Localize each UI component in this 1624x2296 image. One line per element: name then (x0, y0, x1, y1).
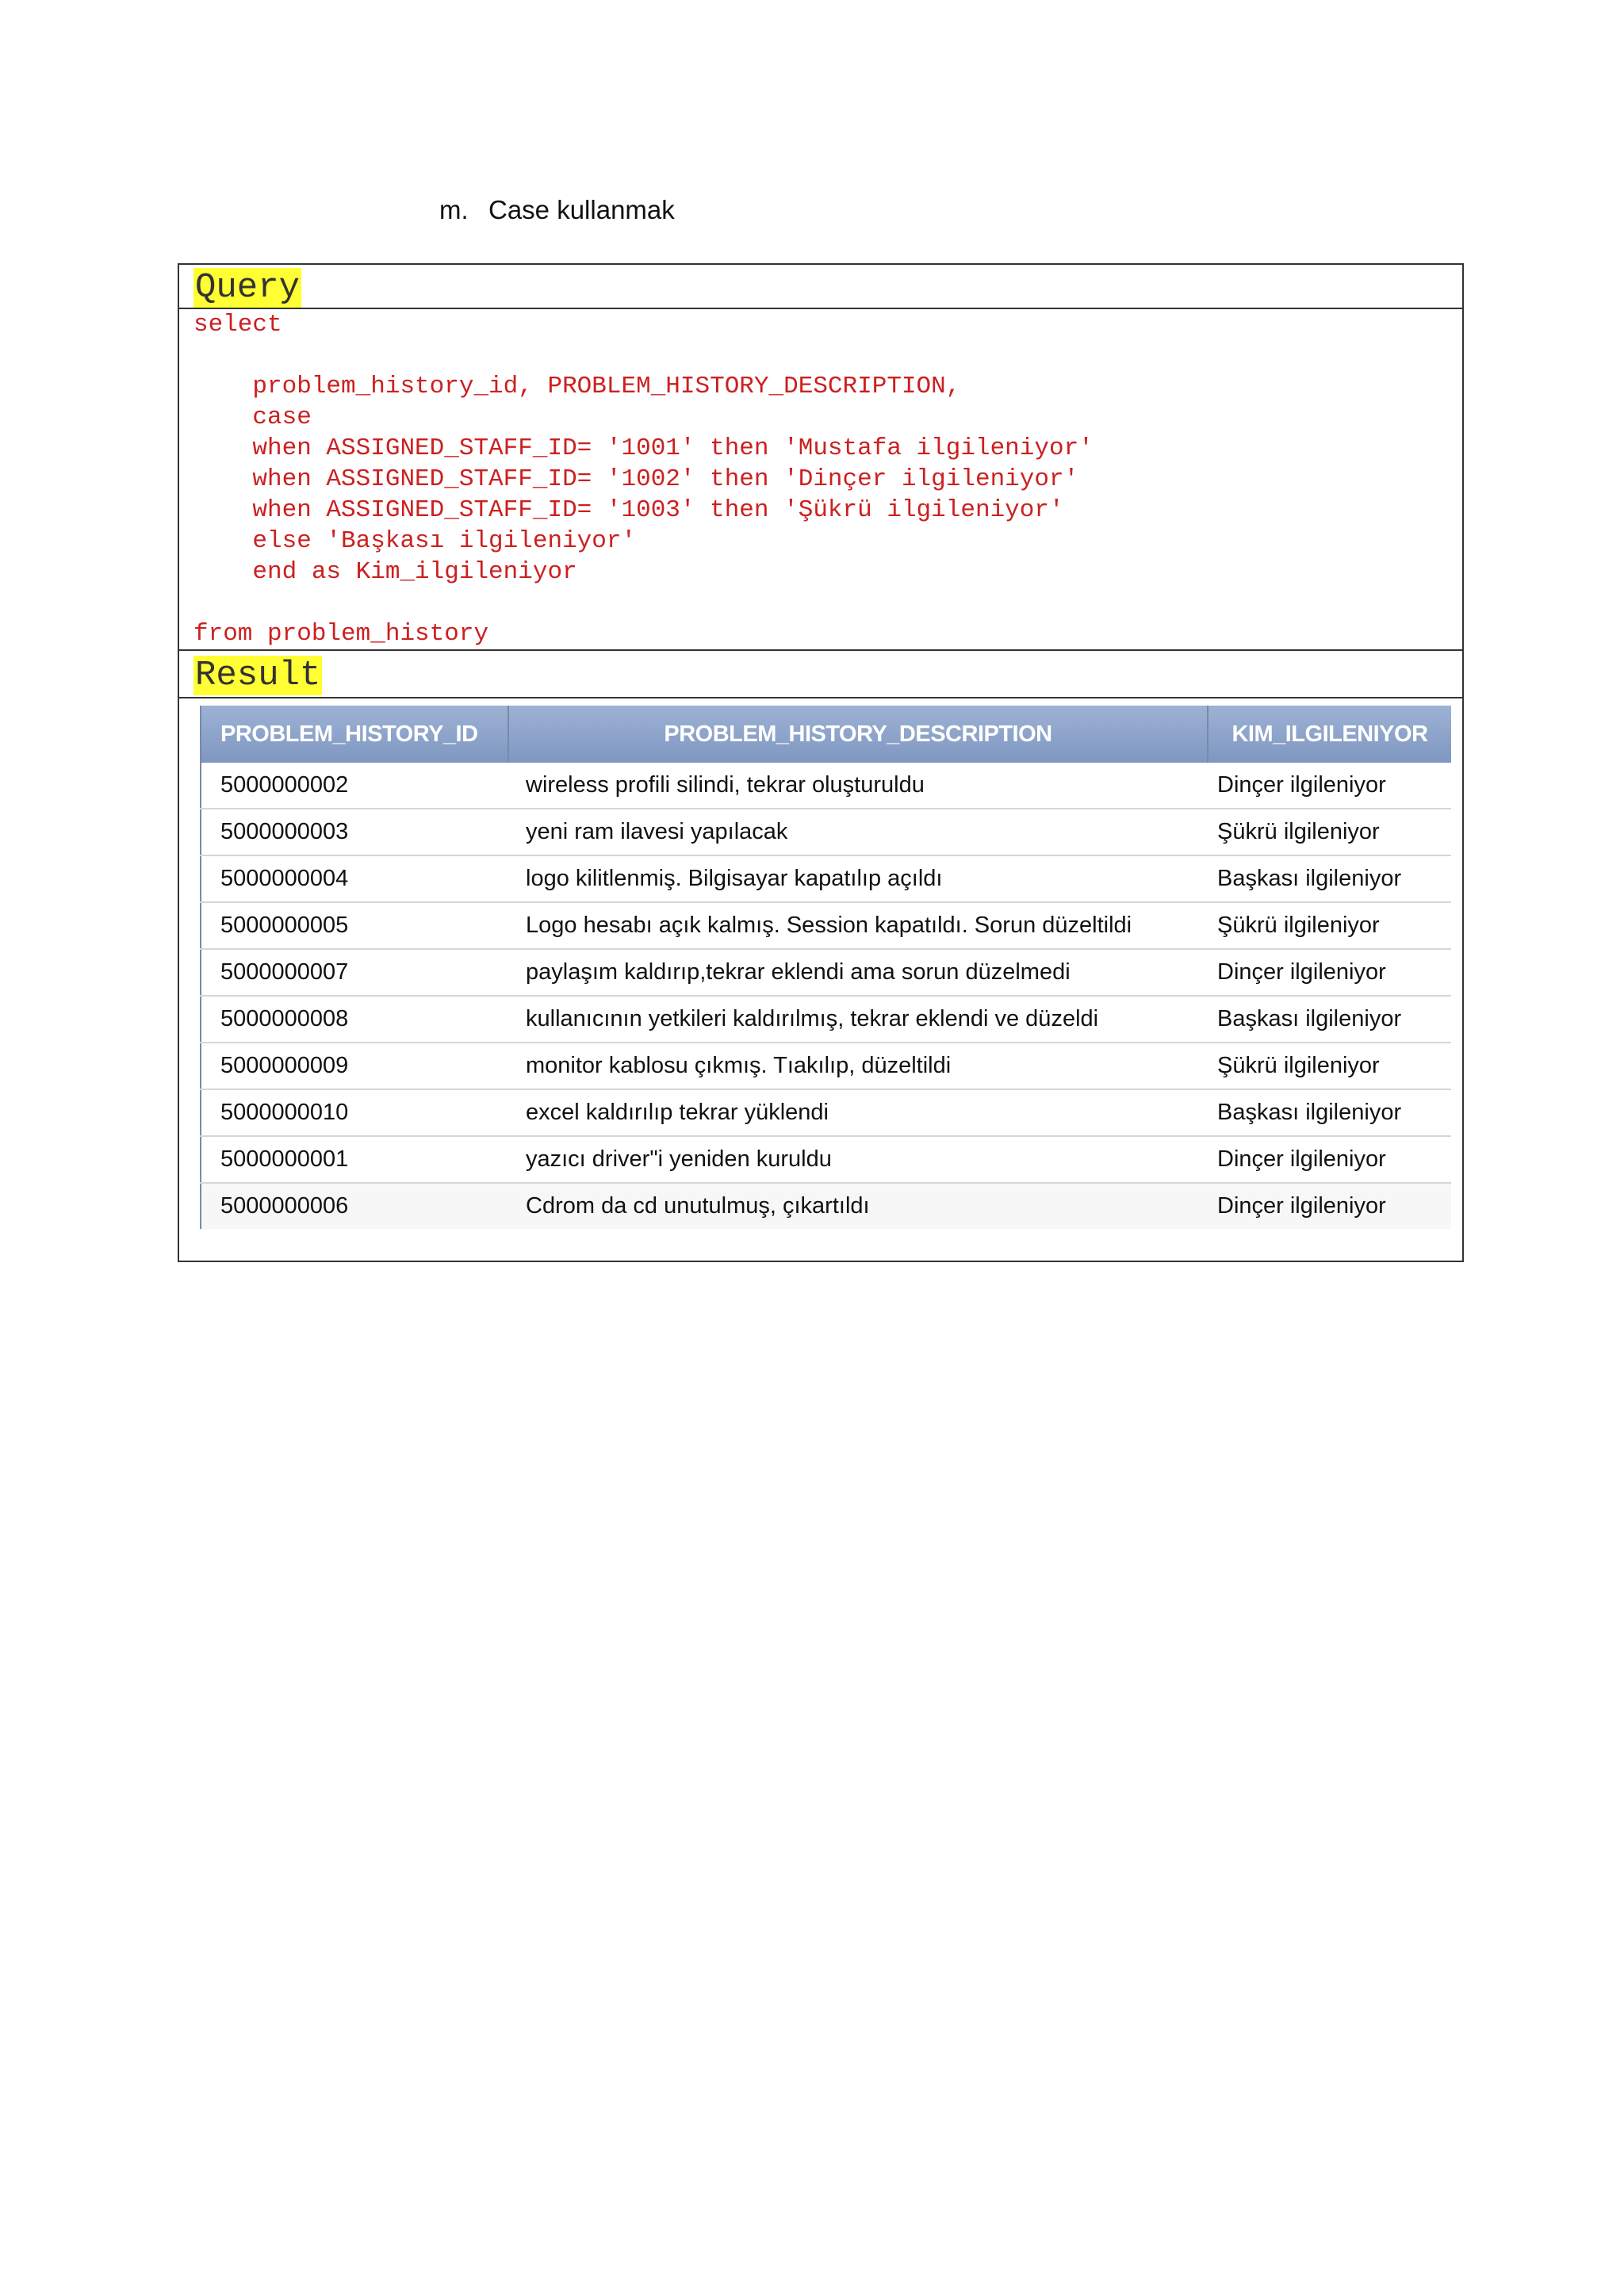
cell-id: 5000000007 (200, 949, 508, 997)
column-header-problem-history-id: PROBLEM_HISTORY_ID (200, 706, 508, 763)
table-row: 5000000005 Logo hesabı açık kalmış. Sess… (200, 902, 1451, 950)
table-row: 5000000002 wireless profili silindi, tek… (200, 763, 1451, 809)
list-marker: m. (439, 195, 469, 224)
cell-id: 5000000002 (200, 763, 508, 809)
cell-assignee: Dinçer ilgileniyor (1208, 763, 1451, 809)
sql-code: select problem_history_id, PROBLEM_HISTO… (193, 311, 1094, 648)
result-header: Result (179, 649, 1462, 698)
section-heading: m. Case kullanmak (439, 195, 675, 225)
cell-description: Logo hesabı açık kalmış. Session kapatıl… (508, 902, 1208, 950)
cell-description: logo kilitlenmiş. Bilgisayar kapatılıp a… (508, 855, 1208, 903)
cell-id: 5000000006 (200, 1183, 508, 1229)
table-row: 5000000009 monitor kablosu çıkmış. Tıakı… (200, 1043, 1451, 1090)
result-label: Result (193, 656, 323, 695)
cell-id: 5000000008 (200, 996, 508, 1043)
cell-description: monitor kablosu çıkmış. Tıakılıp, düzelt… (508, 1043, 1208, 1090)
table-row: 5000000003 yeni ram ilavesi yapılacak Şü… (200, 809, 1451, 856)
column-header-kim-ilgileniyor: KIM_ILGILENIYOR (1207, 706, 1451, 763)
cell-description: Cdrom da cd unutulmuş, çıkartıldı (508, 1183, 1208, 1229)
cell-description: excel kaldırılıp tekrar yüklendi (508, 1089, 1208, 1137)
cell-id: 5000000003 (200, 809, 508, 856)
cell-id: 5000000005 (200, 902, 508, 950)
cell-assignee: Şükrü ilgileniyor (1208, 902, 1451, 950)
cell-description: kullanıcının yetkileri kaldırılmış, tekr… (508, 996, 1208, 1043)
cell-assignee: Dinçer ilgileniyor (1208, 1136, 1451, 1184)
query-label: Query (193, 268, 302, 308)
table-row: 5000000006 Cdrom da cd unutulmuş, çıkart… (200, 1183, 1451, 1229)
table-row: 5000000008 kullanıcının yetkileri kaldır… (200, 996, 1451, 1043)
query-result-box: Query select problem_history_id, PROBLEM… (178, 263, 1464, 1262)
cell-assignee: Başkası ilgileniyor (1208, 996, 1451, 1043)
cell-assignee: Şükrü ilgileniyor (1208, 1043, 1451, 1090)
table-row: 5000000001 yazıcı driver"i yeniden kurul… (200, 1136, 1451, 1184)
column-header-problem-history-description: PROBLEM_HISTORY_DESCRIPTION (508, 706, 1208, 763)
table-header-row: PROBLEM_HISTORY_ID PROBLEM_HISTORY_DESCR… (200, 706, 1451, 763)
cell-description: yeni ram ilavesi yapılacak (508, 809, 1208, 856)
cell-id: 5000000001 (200, 1136, 508, 1184)
cell-assignee: Dinçer ilgileniyor (1208, 949, 1451, 997)
cell-assignee: Başkası ilgileniyor (1208, 855, 1451, 903)
cell-description: wireless profili silindi, tekrar oluştur… (508, 763, 1208, 809)
cell-id: 5000000010 (200, 1089, 508, 1137)
query-header: Query (179, 265, 1462, 309)
result-table: PROBLEM_HISTORY_ID PROBLEM_HISTORY_DESCR… (200, 706, 1451, 1229)
table-row: 5000000007 paylaşım kaldırıp,tekrar ekle… (200, 949, 1451, 997)
cell-id: 5000000004 (200, 855, 508, 903)
cell-assignee: Şükrü ilgileniyor (1208, 809, 1451, 856)
table-row: 5000000010 excel kaldırılıp tekrar yükle… (200, 1089, 1451, 1137)
cell-id: 5000000009 (200, 1043, 508, 1090)
cell-assignee: Başkası ilgileniyor (1208, 1089, 1451, 1137)
table-row: 5000000004 logo kilitlenmiş. Bilgisayar … (200, 855, 1451, 903)
cell-description: paylaşım kaldırıp,tekrar eklendi ama sor… (508, 949, 1208, 997)
cell-assignee: Dinçer ilgileniyor (1208, 1183, 1451, 1229)
section-heading-text: Case kullanmak (488, 195, 675, 224)
cell-description: yazıcı driver"i yeniden kuruldu (508, 1136, 1208, 1184)
